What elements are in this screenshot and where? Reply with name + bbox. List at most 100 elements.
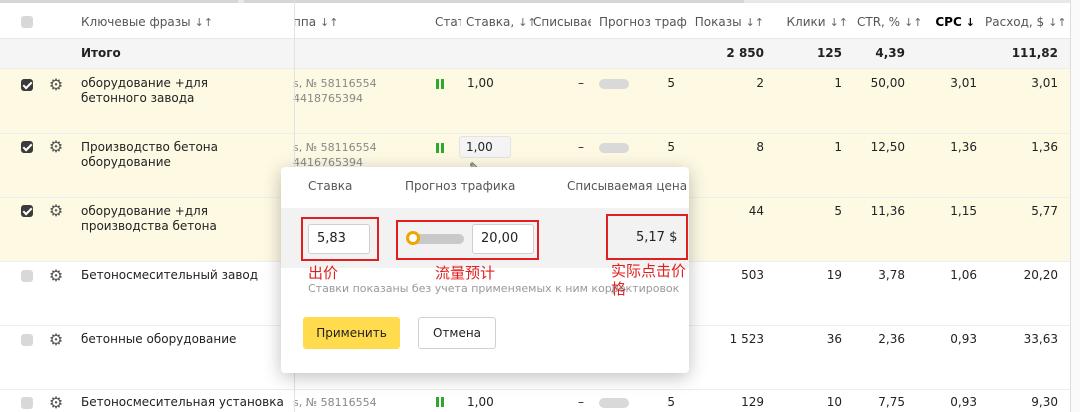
phrase-id: 4418765394 [293,92,363,105]
table-header: Ключевые фразы↓↑ ппа↓↑ Стат Ставка,↓↑ Сп… [0,3,1080,39]
clicks-value: 1 [834,140,842,154]
ctr-value: 7,75 [878,395,905,409]
annotation-label-traffic: 流量预计 [435,264,496,282]
group-id: s, № 58116554 [293,396,377,409]
total-ctr: 4,39 [875,46,905,60]
header-clicks[interactable]: Клики ↓↑ [775,3,848,42]
row-checkbox[interactable] [21,79,33,91]
header-ctr-label: CTR, % [857,15,901,29]
cpc-value: 1,36 [950,140,977,154]
cpc-value: 3,01 [950,76,977,90]
cpc-value: 1,06 [950,268,977,282]
popup-note: Ставки показаны без учета применяемых к … [308,282,680,295]
impressions-value: 44 [748,204,764,218]
popup-header-bid: Ставка [308,179,353,193]
charged-value: – [578,76,584,90]
forecast-value: 5 [667,76,675,90]
row-checkbox[interactable] [21,141,33,153]
header-bid[interactable]: Ставка, ↓↑ [466,3,537,42]
ctr-value: 2,36 [878,332,905,346]
header-impressions-label: Показы [694,15,742,29]
bid-value[interactable]: 1,00 [467,76,494,90]
spend-value: 1,36 [1031,140,1058,154]
header-charged[interactable]: Списывае [533,3,591,41]
spend-value: 33,63 [1023,332,1058,346]
row-checkbox[interactable] [21,397,33,409]
cancel-button[interactable]: Отмена [418,317,496,349]
clicks-value: 5 [834,204,842,218]
clicks-value: 1 [834,76,842,90]
status-active-icon [436,397,444,407]
keyword-phrase[interactable]: оборудование +для бетонного завода [81,76,276,106]
ctr-value: 3,78 [878,268,905,282]
keyword-phrase[interactable]: оборудование +для производства бетона [81,204,276,234]
impressions-value: 503 [741,268,764,282]
bid-edit-box[interactable]: 1,00 ✎ [459,136,511,174]
impressions-value: 1 523 [729,332,764,346]
row-checkbox[interactable] [21,270,33,282]
total-label: Итого [81,46,121,60]
total-row: Итого 2 850 125 4,39 111,82 [0,39,1080,69]
gear-icon[interactable]: ⚙ [48,332,64,348]
header-bid-label: Ставка, [466,15,515,29]
keyword-phrase[interactable]: Бетоносмесительный завод [81,268,258,282]
select-all-checkbox[interactable] [21,16,33,28]
keyword-phrase[interactable]: Производство бетона оборудование [81,140,276,170]
header-status[interactable]: Стат [435,3,461,41]
group-id: s, № 58116554 [293,141,377,154]
header-forecast[interactable]: Прогноз траф [599,3,694,41]
row-checkbox[interactable] [21,334,33,346]
keyword-phrase[interactable]: Бетоносмесительная установка [81,395,284,409]
keyword-phrase[interactable]: бетонные оборудование [81,332,236,346]
charged-value: – [578,140,584,154]
annotation-box-bid [301,217,379,261]
table-row: ⚙ Бетоносмесительная установка s, № 5811… [0,390,1080,412]
gear-icon[interactable]: ⚙ [48,77,64,93]
impressions-value: 129 [741,395,764,409]
header-spend-label: Расход, $ [985,15,1045,29]
status-active-icon [436,79,444,89]
group-id: s, № 58116554 [293,77,377,90]
popup-header-price: Списываемая цена [567,179,688,193]
header-keywords[interactable]: Ключевые фразы ↓↑ [81,3,213,42]
sort-desc-icon: ↓ [965,16,975,29]
charged-value: – [578,395,584,409]
header-spend[interactable]: Расход, $ ↓↑ [985,3,1065,42]
sort-icon: ↓↑ [194,16,214,29]
total-clicks: 125 [816,46,842,60]
header-clicks-label: Клики [786,15,826,29]
row-checkbox[interactable] [21,205,33,217]
forecast-bar [599,398,629,408]
forecast-value: 5 [667,140,675,154]
spend-value: 9,30 [1031,395,1058,409]
clicks-value: 36 [826,332,842,346]
bid-value[interactable]: 1,00 [467,395,494,409]
cpc-value: 0,93 [950,332,977,346]
gear-icon[interactable]: ⚙ [48,268,64,284]
ctr-value: 11,36 [870,204,905,218]
header-keywords-label: Ключевые фразы [81,15,191,29]
header-ctr[interactable]: CTR, % ↓↑ [857,3,923,42]
total-spend: 111,82 [1011,46,1058,60]
annotation-label-bid: 出价 [308,264,339,282]
apply-button[interactable]: Применить [303,317,400,349]
gear-icon[interactable]: ⚙ [48,203,64,219]
spend-value: 20,20 [1023,268,1058,282]
sort-icon: ↓↑ [320,16,339,29]
sort-icon: ↓↑ [745,16,764,29]
forecast-bar [599,143,629,153]
right-scroll-edge[interactable] [1070,0,1080,412]
spend-value: 3,01 [1031,76,1058,90]
clicks-value: 10 [826,395,842,409]
header-cpc-label: CPC [935,15,962,29]
ctr-value: 12,50 [870,140,905,154]
table-row: ⚙ оборудование +для бетонного завода s, … [0,69,1080,134]
header-impressions[interactable]: Показы ↓↑ [690,3,764,42]
header-group[interactable]: ппа ↓↑ [293,3,338,42]
header-cpc[interactable]: CPC ↓ [920,3,975,42]
gear-icon[interactable]: ⚙ [48,395,64,411]
ctr-value: 50,00 [870,76,905,90]
cpc-value: 0,93 [950,395,977,409]
bid-edit-popup: Ставка Прогноз трафика Списываемая цена … [281,167,689,373]
gear-icon[interactable]: ⚙ [48,139,64,155]
